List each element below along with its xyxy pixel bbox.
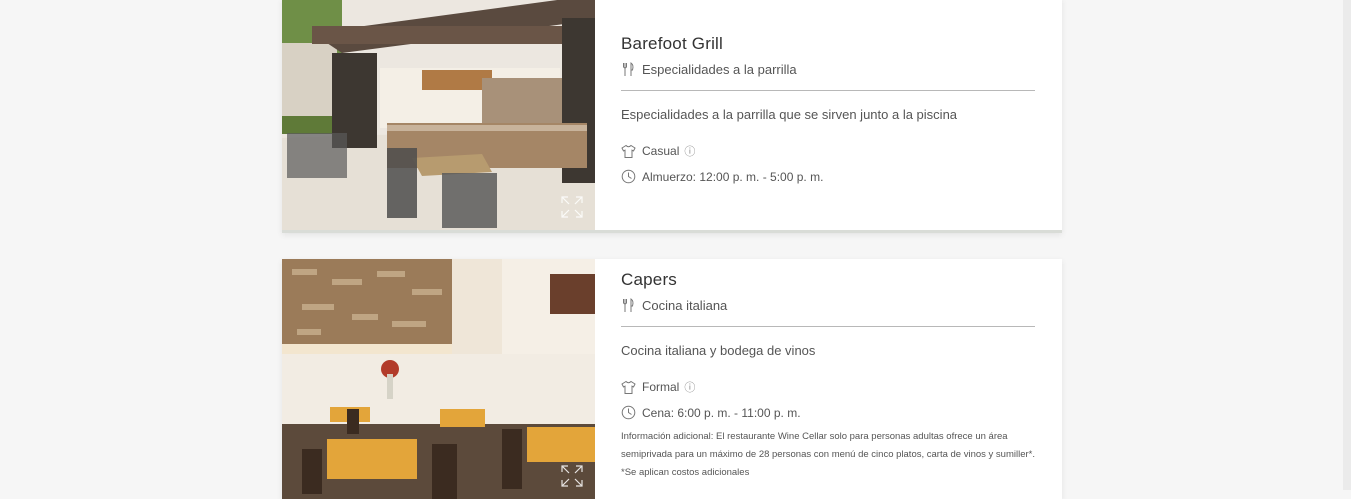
cuisine-row: Especialidades a la parrilla [621,62,1035,77]
restaurant-name: Capers [621,270,678,289]
shirt-icon [621,144,636,159]
info-icon[interactable]: ⓘ [684,379,695,395]
expand-icon[interactable] [561,465,583,487]
capers-image [282,259,595,499]
divider [621,90,1035,91]
clock-icon [621,169,636,184]
cuisine-label: Especialidades a la parrilla [642,62,797,77]
restaurant-photo[interactable] [282,259,595,499]
dress-code-label: Formal [642,380,680,394]
restaurant-photo[interactable] [282,0,595,230]
divider [621,326,1035,327]
restaurant-card-capers: Capers Cocina italiana Cocina italiana y… [282,259,1062,499]
cutlery-icon [621,62,636,77]
hours-row: Almuerzo: 12:00 p. m. - 5:00 p. m. [621,169,1035,184]
restaurant-card-barefoot-grill: Barefoot Grill Especialidades a la parri… [282,0,1062,233]
restaurant-name: Barefoot Grill [621,34,724,53]
restaurant-details: Capers Cocina italiana Cocina italiana y… [595,259,1062,499]
clock-icon [621,405,636,420]
restaurant-details: Barefoot Grill Especialidades a la parri… [595,0,1062,230]
hours-label: Almuerzo: 12:00 p. m. - 5:00 p. m. [642,169,824,184]
restaurant-description: Especialidades a la parrilla que se sirv… [621,107,958,122]
dress-code-label: Casual [642,144,680,158]
cuisine-label: Cocina italiana [642,298,728,313]
expand-icon[interactable] [561,196,583,218]
hours-row: Cena: 6:00 p. m. - 11:00 p. m. [621,405,1035,420]
additional-info: Información adicional: El restaurante Wi… [621,431,1035,478]
restaurant-description: Cocina italiana y bodega de vinos [621,343,816,358]
cuisine-row: Cocina italiana [621,298,1035,313]
dress-code-row: Formal ⓘ [621,379,1035,395]
shirt-icon [621,380,636,395]
dress-code-row: Casual ⓘ [621,143,1035,159]
page-scroll-edge [1343,0,1351,490]
cutlery-icon [621,298,636,313]
barefoot-grill-image [282,0,595,230]
info-icon[interactable]: ⓘ [684,143,695,159]
hours-label: Cena: 6:00 p. m. - 11:00 p. m. [642,405,801,420]
